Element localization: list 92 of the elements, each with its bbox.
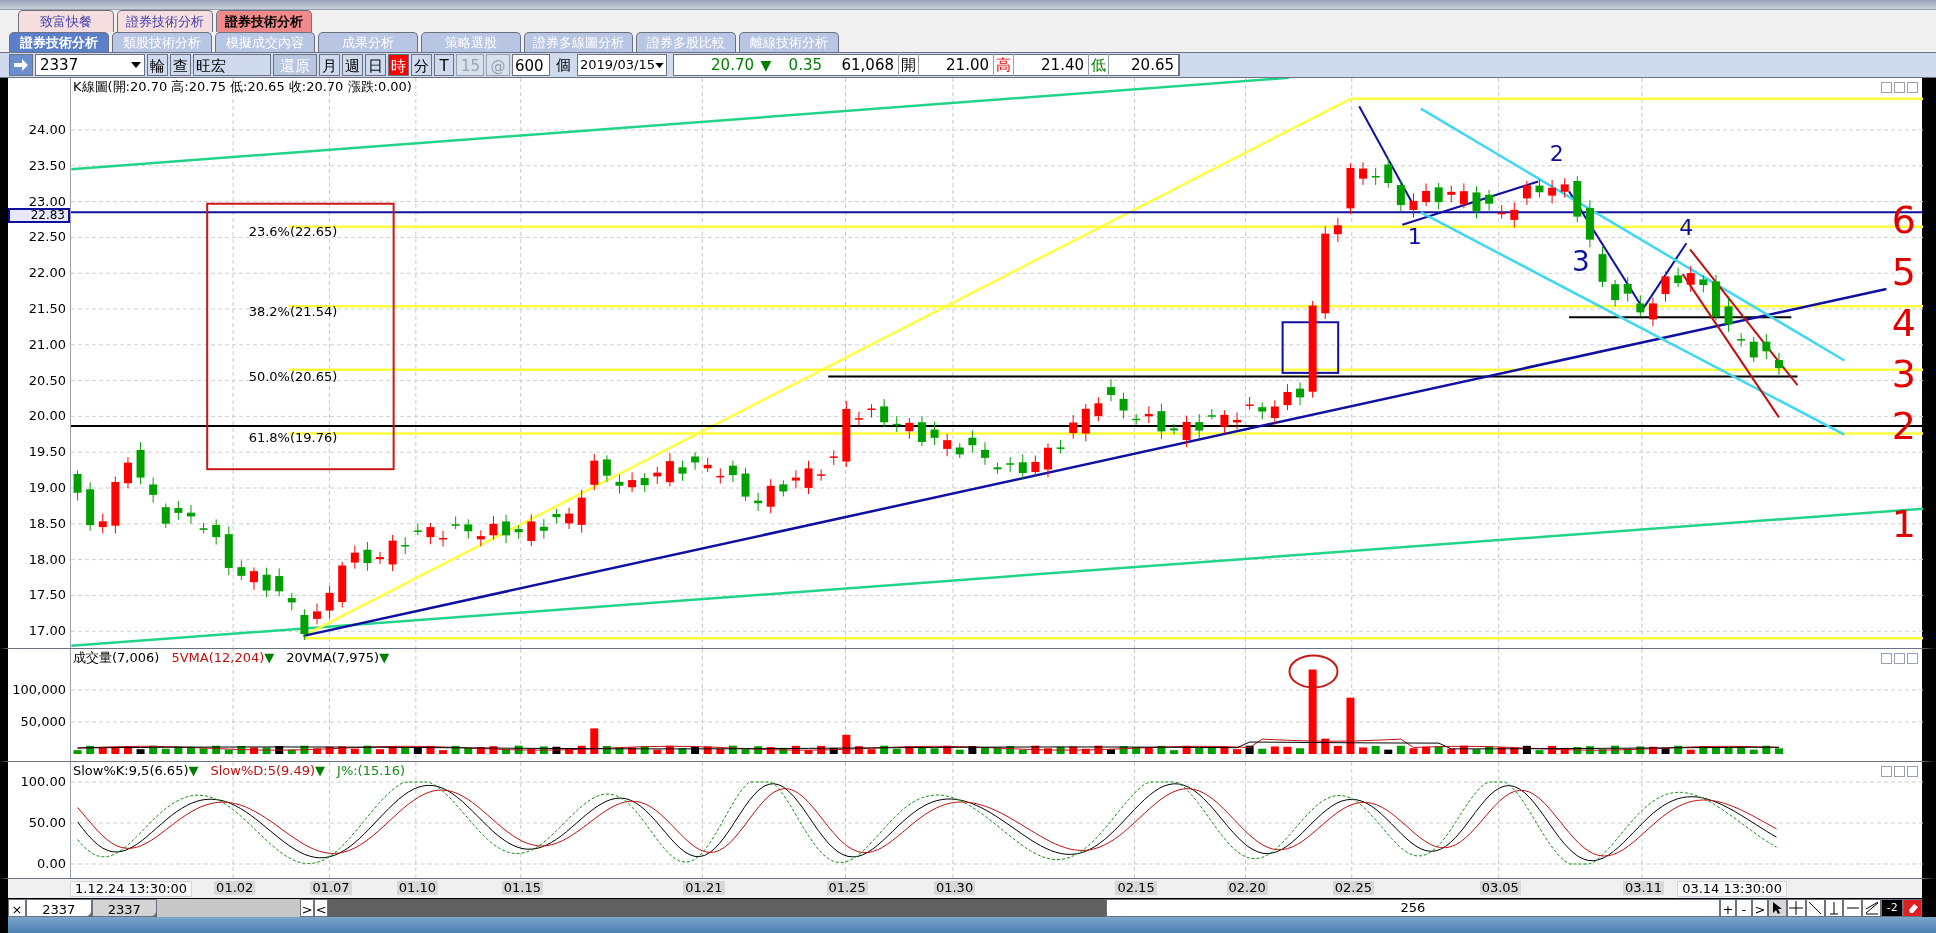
tab[interactable]: 致富快餐 xyxy=(18,10,114,32)
period-button[interactable]: 週 xyxy=(342,54,363,76)
down-arrow: ▼ xyxy=(188,764,199,777)
scroll-count: 256 xyxy=(1400,899,1426,918)
down-arrow: ▼ xyxy=(379,651,390,664)
period-button[interactable]: 月 xyxy=(319,54,340,76)
tab[interactable]: 證券技術分析 xyxy=(9,32,109,52)
open-price: 21.00 xyxy=(945,54,989,76)
price-axis-label: 22.50 xyxy=(28,230,66,244)
last-price: 20.70 xyxy=(710,54,754,76)
price-axis-label: 23.00 xyxy=(28,194,66,208)
period-button[interactable]: 分 xyxy=(411,54,432,76)
x-axis-label: 03.05 xyxy=(1479,881,1521,895)
price-axis-label: 22.00 xyxy=(28,266,66,280)
x-axis-label: 02.25 xyxy=(1332,881,1374,895)
price-change: 0.35 xyxy=(787,54,822,76)
stock-name: 旺宏 xyxy=(193,54,271,76)
volume-axis-label: 50,000 xyxy=(20,715,66,728)
price-axis-label: 19.50 xyxy=(28,445,66,459)
kd-axis-label: 100.00 xyxy=(20,775,66,788)
volume-axis-label: 100,000 xyxy=(12,683,66,696)
next-tab-button[interactable]: > xyxy=(300,899,315,917)
rotate-button[interactable]: 輪 xyxy=(147,54,168,76)
previous-tab-button[interactable]: < xyxy=(314,899,329,917)
zoom-in-button[interactable]: + xyxy=(1720,899,1736,917)
query-button[interactable]: 查 xyxy=(170,54,191,76)
symbol-field[interactable]: 2337 xyxy=(35,54,145,76)
change-arrow: ▼ xyxy=(759,55,773,75)
tab[interactable]: 證券技術分析 xyxy=(117,10,213,32)
ma5-label: 5VMA(12,204) xyxy=(171,651,265,664)
scrollbar[interactable]: 256 xyxy=(1105,899,1721,917)
tab[interactable]: 2337 xyxy=(91,899,158,917)
slow-k-label: Slow%K:9,5(6.65) xyxy=(73,764,189,777)
x-axis-label: 01.02 xyxy=(214,881,256,895)
tab[interactable]: 證券技術分析 xyxy=(216,10,312,32)
x-axis-label: 01.15 xyxy=(501,881,543,895)
price-axis-label: 23.50 xyxy=(28,158,66,172)
high-price: 21.40 xyxy=(1040,54,1084,76)
low-price: 20.65 xyxy=(1109,53,1179,77)
price-axis-label: 18.00 xyxy=(28,552,66,566)
price-axis-label: 20.50 xyxy=(28,373,66,387)
fibonacci-label: 23.6%(22.65) xyxy=(248,225,338,239)
ma20-label: 20VMA(7,975) xyxy=(286,651,380,664)
wave-count-label: 5 xyxy=(1891,252,1916,291)
x-axis-label: 01.25 xyxy=(826,881,868,895)
slow-d-label: Slow%D:5(9.49) xyxy=(210,764,316,777)
trade-volume: 61,068 xyxy=(840,54,894,76)
count-unit: 個 xyxy=(555,54,572,76)
chart-title: K線圖(開:20.70 高:20.75 低:20.65 收:20.70 漲跌:0.00) xyxy=(73,80,412,93)
x-axis-label: 03.11 xyxy=(1622,881,1665,895)
fibonacci-label: 50.0%(20.65) xyxy=(248,369,338,383)
wave-count-label: 1 xyxy=(1891,504,1916,543)
down-arrow: ▼ xyxy=(315,764,326,777)
open-label: 開 xyxy=(898,53,919,77)
x-axis-start-label: 1.12.24 13:30:00 xyxy=(70,881,193,897)
current-price-marker: 22.83 xyxy=(8,208,70,224)
wave-label: 3 xyxy=(1571,247,1590,276)
price-axis-label: 20.00 xyxy=(28,409,66,423)
kd-axis-label: 0.00 xyxy=(37,857,66,870)
close-tab-button[interactable]: × xyxy=(8,899,26,917)
x-axis-end-label: 03.14 13:30:00 xyxy=(1677,881,1787,897)
x-axis-label: 01.30 xyxy=(933,881,976,895)
x-axis-label: 01.10 xyxy=(396,881,439,895)
wave-label: 2 xyxy=(1549,143,1564,166)
period-button[interactable]: 時 xyxy=(388,54,409,76)
price-axis-label: 19.00 xyxy=(28,481,66,494)
x-axis-label: 02.15 xyxy=(1115,881,1157,895)
price-axis-label: 24.00 xyxy=(28,123,66,136)
price-axis-label: 21.50 xyxy=(28,302,66,315)
x-axis-label: 01.21 xyxy=(683,881,725,895)
step-button[interactable]: -2 xyxy=(1881,899,1904,917)
x-axis-label: 01.07 xyxy=(310,881,352,895)
date-picker[interactable]: 2019/03/15 xyxy=(577,54,667,76)
kd-axis-label: 50.00 xyxy=(28,816,66,829)
price-axis-label: 18.50 xyxy=(28,516,66,530)
price-axis-label: 17.00 xyxy=(28,624,66,638)
volume-label: 成交量(7,006) xyxy=(73,651,160,664)
down-arrow: ▼ xyxy=(264,651,275,664)
fibonacci-label: 38.2%(21.54) xyxy=(248,305,338,319)
price-axis-label: 17.50 xyxy=(28,588,66,602)
wave-count-label: 4 xyxy=(1891,304,1916,343)
j-label: J%:(15.16) xyxy=(337,764,405,777)
period-button[interactable]: T xyxy=(434,54,454,76)
count-field[interactable]: 600 xyxy=(512,54,550,76)
period-button[interactable]: 日 xyxy=(365,54,386,76)
fibonacci-label: 61.8%(19.76) xyxy=(248,431,338,445)
x-axis-label: 02.20 xyxy=(1226,881,1268,895)
wave-label: 1 xyxy=(1407,226,1422,249)
tab[interactable]: 2337 xyxy=(25,899,92,917)
low-label: 低 xyxy=(1088,53,1109,77)
price-axis-label: 21.00 xyxy=(28,337,66,351)
high-label: 高 xyxy=(993,53,1014,77)
